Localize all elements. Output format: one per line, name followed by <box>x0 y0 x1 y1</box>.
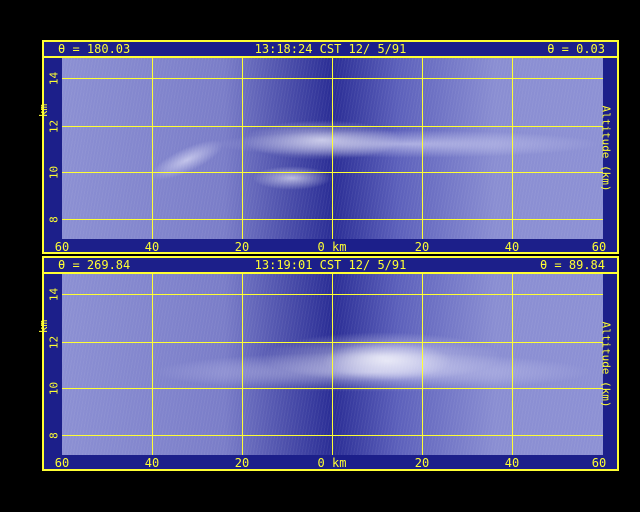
x-tick-label: 40 <box>504 456 520 470</box>
x-tick-label: 40 <box>144 456 160 470</box>
y-axis-label-left: km <box>37 103 51 118</box>
cloud-cross-section-image <box>62 274 603 455</box>
theta-right-label: θ = 89.84 <box>539 258 605 272</box>
grid-line-v <box>242 274 243 455</box>
x-tick-label: 40 <box>504 240 520 254</box>
lidar-panel-top: θ = 180.03 13:18:24 CST 12/ 5/91 θ = 0.0… <box>37 40 619 254</box>
y-tick-label: 14 <box>47 71 61 86</box>
x-tick-label: 20 <box>234 240 250 254</box>
grid-line-h <box>62 388 603 389</box>
cloud-layer <box>322 342 452 380</box>
y-tick-label: 10 <box>47 381 61 396</box>
x-tick-label: 60 <box>591 240 607 254</box>
grid-line-v <box>512 274 513 455</box>
grid-line-h <box>62 172 603 173</box>
grid-line-h <box>62 342 603 343</box>
y-tick-label: 10 <box>47 165 61 180</box>
grid-line-v <box>422 58 423 239</box>
y-axis-label-right: Altitude (km) <box>599 105 613 192</box>
y-tick-label: 12 <box>47 119 61 134</box>
y-tick-label: 8 <box>47 432 61 439</box>
grid-line-h <box>62 126 603 127</box>
x-tick-label: 60 <box>54 240 70 254</box>
grid-line-h <box>62 294 603 295</box>
cloud-cross-section-image <box>62 58 603 239</box>
y-axis-label-left: km <box>37 319 51 334</box>
grid-line-v <box>152 58 153 239</box>
grid-line-h <box>62 219 603 220</box>
x-tick-label: 0 km <box>317 240 347 254</box>
x-tick-label: 60 <box>54 456 70 470</box>
y-tick-label: 14 <box>47 287 61 302</box>
grid-line-v <box>242 58 243 239</box>
theta-right-label: θ = 0.03 <box>547 42 605 56</box>
x-tick-label: 20 <box>414 456 430 470</box>
x-tick-label: 40 <box>144 240 160 254</box>
grid-line-v <box>422 274 423 455</box>
grid-line-v <box>332 58 333 239</box>
y-axis-label-right: Altitude (km) <box>599 321 613 408</box>
y-tick-label: 8 <box>47 216 61 223</box>
grid-line-v <box>332 274 333 455</box>
lidar-panel-bottom: θ = 269.84 13:19:01 CST 12/ 5/91 θ = 89.… <box>37 256 619 471</box>
x-tick-label: 60 <box>591 456 607 470</box>
x-tick-label: 0 km <box>317 456 347 470</box>
grid-line-h <box>62 78 603 79</box>
x-tick-label: 20 <box>234 456 250 470</box>
timestamp-label: 13:19:01 CST 12/ 5/91 <box>254 258 407 272</box>
x-tick-label: 20 <box>414 240 430 254</box>
y-tick-label: 12 <box>47 335 61 350</box>
grid-line-h <box>62 435 603 436</box>
grid-line-v <box>152 274 153 455</box>
cloud-layer <box>252 166 332 190</box>
timestamp-label: 13:18:24 CST 12/ 5/91 <box>254 42 407 56</box>
grid-line-v <box>512 58 513 239</box>
